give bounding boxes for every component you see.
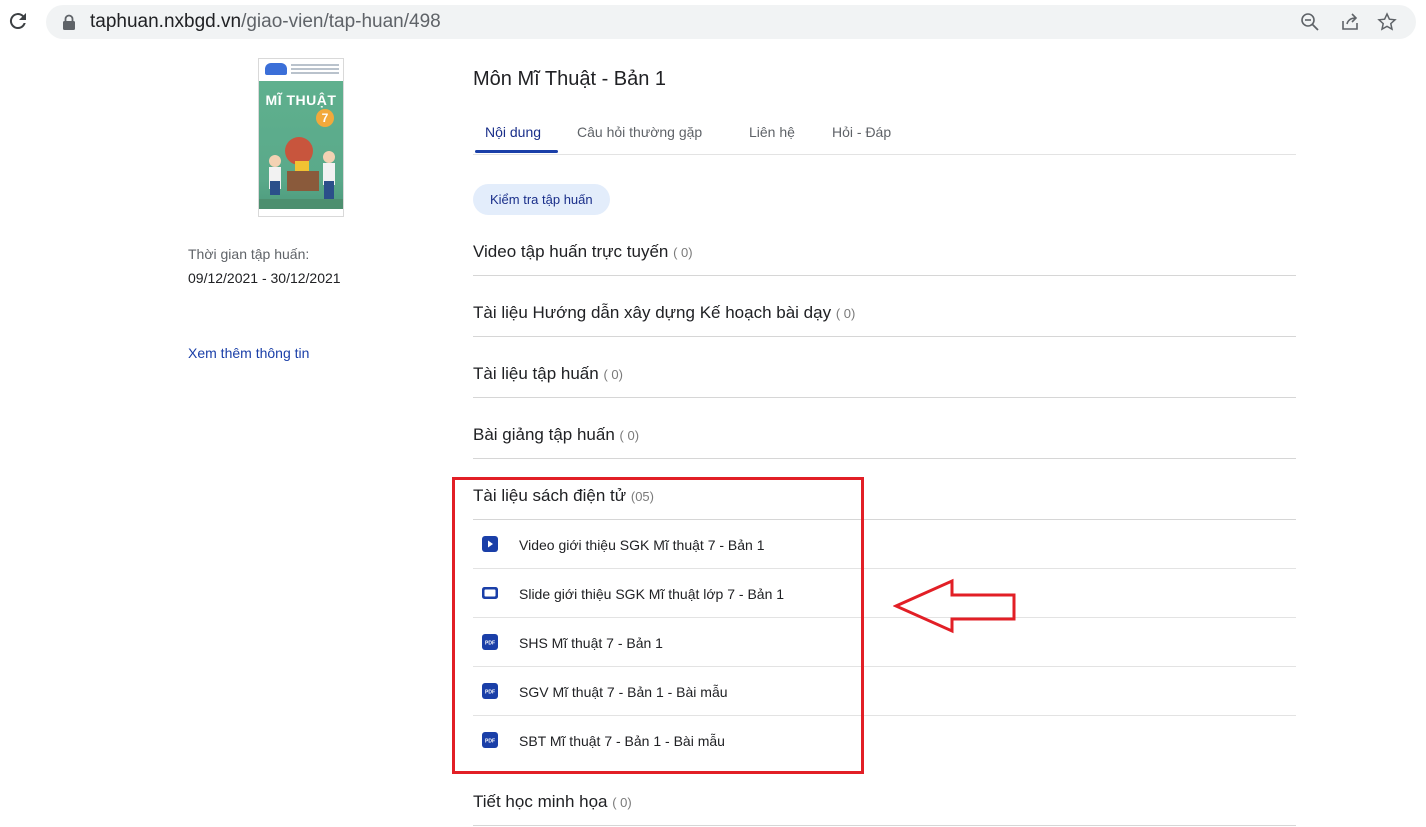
cover-grade-number: 7 (316, 109, 334, 127)
tab-bar: Nội dung Câu hỏi thường gặp Liên hệ Hỏi … (473, 122, 1296, 155)
url-text[interactable]: taphuan.nxbgd.vn/giao-vien/tap-huan/498 (90, 12, 441, 32)
section-count: ( 0) (673, 245, 693, 260)
tab-qa[interactable]: Hỏi - Đáp (832, 124, 891, 140)
section-title-text: Tiết học minh họa (473, 792, 608, 811)
section-count: ( 0) (619, 428, 640, 443)
section-count: ( 0) (835, 306, 856, 321)
url-host: taphuan.nxbgd.vn (90, 11, 242, 32)
section-lesson-plan-guide[interactable]: Tài liệu Hướng dẫn xây dựng Kế hoạch bài… (473, 301, 1296, 337)
active-tab-indicator (475, 150, 558, 153)
section-title-text: Video tập huấn trực tuyến (473, 242, 669, 261)
section-title-text: Tài liệu tập huấn (473, 364, 599, 383)
lock-icon[interactable] (62, 14, 76, 30)
section-count: ( 0) (612, 795, 632, 810)
tab-content[interactable]: Nội dung (485, 124, 541, 140)
section-title: Tài liệu tập huấn ( 0) (473, 364, 623, 384)
cover-publisher-lines (291, 64, 339, 66)
tab-faq[interactable]: Câu hỏi thường gặp (577, 124, 702, 140)
tab-contact[interactable]: Liên hệ (749, 124, 795, 140)
training-time-value: 09/12/2021 - 30/12/2021 (188, 270, 341, 286)
section-training-docs[interactable]: Tài liệu tập huấn ( 0) (473, 362, 1296, 398)
page-title: Môn Mĩ Thuật - Bản 1 (473, 68, 667, 90)
training-test-button[interactable]: Kiểm tra tập huấn (473, 184, 610, 215)
section-title: Video tập huấn trực tuyến ( 0) (473, 242, 693, 262)
section-online-video[interactable]: Video tập huấn trực tuyến ( 0) (473, 240, 1296, 276)
share-icon[interactable] (1340, 12, 1360, 32)
publisher-logo (265, 63, 287, 75)
section-title-text: Tài liệu Hướng dẫn xây dựng Kế hoạch bài… (473, 303, 832, 322)
section-demo-lessons[interactable]: Tiết học minh họa ( 0) (473, 790, 1296, 826)
browser-toolbar: taphuan.nxbgd.vn/giao-vien/tap-huan/498 (0, 0, 1426, 46)
section-title: Tài liệu Hướng dẫn xây dựng Kế hoạch bài… (473, 303, 855, 323)
section-count: ( 0) (603, 367, 623, 382)
reload-icon[interactable] (6, 9, 30, 33)
section-training-lectures[interactable]: Bài giảng tập huấn ( 0) (473, 423, 1296, 459)
bookmark-star-icon[interactable] (1377, 12, 1397, 32)
book-cover-image: MĨ THUẬT 7 (258, 58, 344, 217)
url-path: /giao-vien/tap-huan/498 (241, 11, 441, 32)
cover-illustration (259, 137, 343, 209)
cover-title: MĨ THUẬT (265, 92, 337, 108)
zoom-out-icon[interactable] (1300, 12, 1320, 32)
section-title: Tiết học minh họa ( 0) (473, 792, 632, 812)
address-bar[interactable]: taphuan.nxbgd.vn/giao-vien/tap-huan/498 (46, 5, 1416, 39)
annotation-highlight-box (452, 477, 864, 774)
section-title: Bài giảng tập huấn ( 0) (473, 425, 639, 445)
section-title-text: Bài giảng tập huấn (473, 425, 615, 444)
more-info-link[interactable]: Xem thêm thông tin (188, 345, 309, 361)
training-time-label: Thời gian tập huấn: (188, 246, 310, 262)
annotation-arrow-icon (893, 578, 1016, 634)
